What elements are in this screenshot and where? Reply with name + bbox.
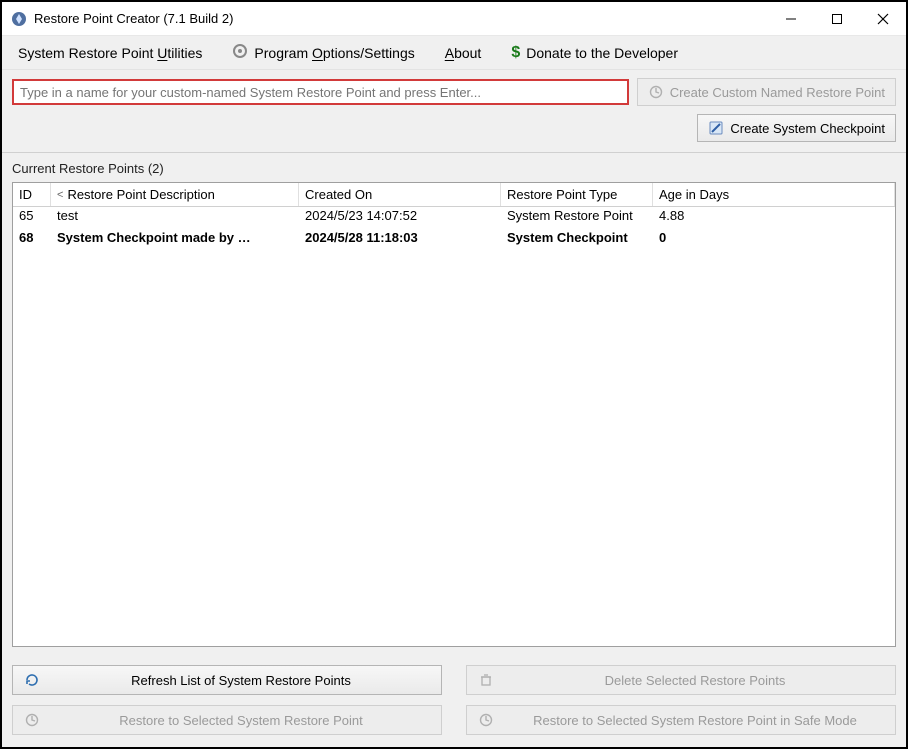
footer-buttons: Refresh List of System Restore Points De… <box>2 657 906 747</box>
table-row[interactable]: 68System Checkpoint made by …2024/5/28 1… <box>13 229 895 251</box>
chevron-left-icon: < <box>57 189 63 201</box>
menubar: System Restore Point Utilities Program O… <box>2 36 906 70</box>
restore-points-label: Current Restore Points (2) <box>12 161 896 176</box>
restore-point-name-input[interactable] <box>12 79 629 105</box>
toolbar: Create Custom Named Restore Point Create… <box>2 70 906 153</box>
restore-button[interactable]: Restore to Selected System Restore Point <box>12 705 442 735</box>
menu-program-options[interactable]: Program Options/Settings <box>226 39 420 66</box>
trash-icon <box>477 671 495 689</box>
dollar-icon: $ <box>511 44 520 62</box>
table-body: 65test2024/5/23 14:07:52System Restore P… <box>13 207 895 646</box>
app-window: Restore Point Creator (7.1 Build 2) Syst… <box>0 0 908 749</box>
column-age[interactable]: Age in Days <box>653 183 895 206</box>
app-icon <box>10 10 28 28</box>
menu-donate[interactable]: $ Donate to the Developer <box>505 40 684 66</box>
maximize-button[interactable] <box>814 2 860 35</box>
restore-safe-icon <box>477 711 495 729</box>
close-button[interactable] <box>860 2 906 35</box>
column-created-on[interactable]: Created On <box>299 183 501 206</box>
column-description[interactable]: < Restore Point Description <box>51 183 299 206</box>
create-checkpoint-button[interactable]: Create System Checkpoint <box>697 114 896 142</box>
create-custom-button[interactable]: Create Custom Named Restore Point <box>637 78 896 106</box>
content-area: Current Restore Points (2) ID < Restore … <box>2 153 906 657</box>
restore-points-table: ID < Restore Point Description Created O… <box>12 182 896 647</box>
titlebar: Restore Point Creator (7.1 Build 2) <box>2 2 906 36</box>
minimize-button[interactable] <box>768 2 814 35</box>
pencil-disk-icon <box>708 120 724 136</box>
clock-arrow-icon <box>648 84 664 100</box>
window-controls <box>768 2 906 35</box>
column-id[interactable]: ID <box>13 183 51 206</box>
refresh-icon <box>23 671 41 689</box>
delete-button[interactable]: Delete Selected Restore Points <box>466 665 896 695</box>
window-title: Restore Point Creator (7.1 Build 2) <box>34 11 233 26</box>
column-type[interactable]: Restore Point Type <box>501 183 653 206</box>
gear-icon <box>232 43 248 62</box>
restore-safe-mode-button[interactable]: Restore to Selected System Restore Point… <box>466 705 896 735</box>
menu-system-restore-utilities[interactable]: System Restore Point Utilities <box>12 41 208 65</box>
restore-icon <box>23 711 41 729</box>
table-header: ID < Restore Point Description Created O… <box>13 183 895 207</box>
menu-about[interactable]: About <box>439 41 488 65</box>
table-row[interactable]: 65test2024/5/23 14:07:52System Restore P… <box>13 207 895 229</box>
refresh-button[interactable]: Refresh List of System Restore Points <box>12 665 442 695</box>
